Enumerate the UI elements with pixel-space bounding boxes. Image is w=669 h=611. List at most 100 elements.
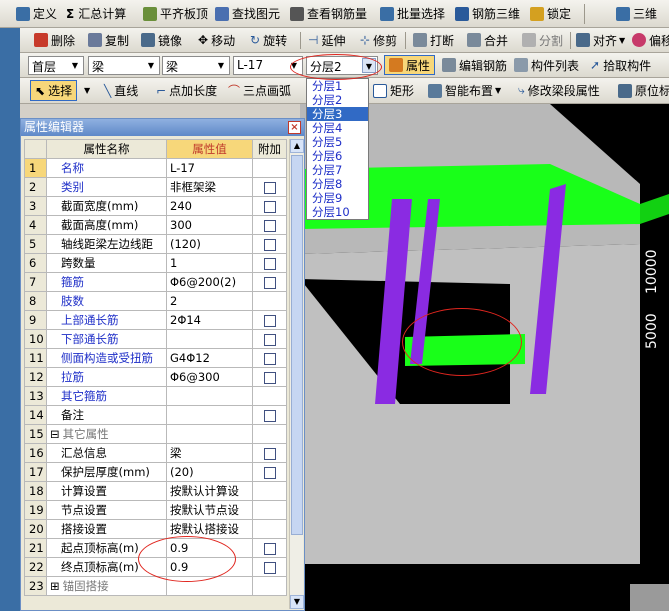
extra-checkbox[interactable] [263,200,276,213]
property-value[interactable]: Φ6@200(2) [166,272,253,292]
mirror-button[interactable]: 镜像 [141,28,182,52]
pick-component-button[interactable]: ➚ 拾取构件 [590,53,651,77]
layer-option[interactable]: 分层9 [307,191,368,205]
batch-select-button[interactable]: 批量选择 [380,0,445,27]
layer-option[interactable]: 分层5 [307,135,368,149]
lock-button[interactable]: 锁定 [530,0,571,27]
summary-calc-button[interactable]: Σ 汇总计算 [66,0,126,27]
find-element-button[interactable]: 查找图元 [215,0,280,27]
property-value[interactable]: 非框架梁 [166,177,253,197]
layer-option[interactable]: 分层6 [307,149,368,163]
collapse-icon[interactable]: ⊟ [50,427,60,441]
extra-checkbox[interactable] [263,257,276,270]
expand-icon[interactable]: ⊞ [50,579,60,593]
extra-checkbox[interactable] [263,542,276,555]
table-row[interactable]: 18 计算设置 按默认计算设 [24,481,287,501]
offset-button[interactable]: 偏移 [632,28,669,52]
edit-beam-segment-button[interactable]: ⤷ 修改梁段属性 [518,78,600,103]
property-value[interactable]: 按默认节点设 [166,500,253,520]
table-row[interactable]: 23 ⊞ 锚固搭接 [24,576,287,596]
table-row[interactable]: 19 节点设置 按默认节点设 [24,500,287,520]
select-button[interactable]: ⬉ 选择 [30,80,78,101]
extra-checkbox[interactable] [263,314,276,327]
extra-checkbox[interactable] [263,181,276,194]
align-slab-top-button[interactable]: 平齐板顶 [143,0,208,27]
smart-layout-button[interactable]: 智能布置 ▼ [428,78,501,103]
inplace-mark-button[interactable]: 原位标 [618,78,669,103]
move-button[interactable]: ✥ 移动 [198,28,235,52]
component-list-button[interactable]: 构件列表 [514,53,579,77]
table-row[interactable]: 3 截面宽度(mm) 240 [24,196,287,216]
three-point-arc-button[interactable]: ⌒ 三点画弧 [228,78,291,103]
align-button[interactable]: 对齐 ▼ [576,28,625,52]
property-button[interactable]: 属性 [384,55,436,75]
property-value[interactable] [166,424,253,444]
table-row[interactable]: 15 ⊟ 其它属性 [24,424,287,444]
extra-checkbox[interactable] [263,219,276,232]
table-row[interactable]: 4 截面高度(mm) 300 [24,215,287,235]
edit-rebar-button[interactable]: 编辑钢筋 [442,53,507,77]
property-value[interactable]: 梁 [166,443,253,463]
extra-checkbox[interactable] [263,276,276,289]
table-row[interactable]: 12 拉筋 Φ6@300 [24,367,287,387]
table-row[interactable]: 13 其它箍筋 [24,386,287,406]
type1-select[interactable]: 梁 ▼ [88,56,160,75]
property-value[interactable]: Φ6@300 [166,367,253,387]
property-value[interactable]: 按默认计算设 [166,481,253,501]
close-icon[interactable]: × [288,121,301,134]
define-button[interactable]: 定义 [16,0,57,27]
property-value[interactable] [166,386,253,406]
extra-checkbox[interactable] [263,409,276,422]
table-row[interactable]: 20 搭接设置 按默认搭接设 [24,519,287,539]
layer-option[interactable]: 分层3 [307,107,368,121]
rect-button[interactable]: 矩形 [373,78,414,103]
extra-checkbox[interactable] [263,466,276,479]
property-value[interactable]: 2 [166,291,253,311]
scroll-thumb[interactable] [291,155,303,535]
table-row[interactable]: 8 肢数 2 [24,291,287,311]
property-value[interactable]: (120) [166,234,253,254]
layer-option[interactable]: 分层4 [307,121,368,135]
scroll-up-icon[interactable]: ▲ [290,139,304,153]
property-value[interactable]: 1 [166,253,253,273]
table-row[interactable]: 14 备注 [24,405,287,425]
table-row[interactable]: 16 汇总信息 梁 [24,443,287,463]
3d-button[interactable]: 三维 [616,0,657,27]
layer-option[interactable]: 分层1 [307,79,368,93]
table-row[interactable]: 6 跨数量 1 [24,253,287,273]
extra-checkbox[interactable] [263,447,276,460]
split-button[interactable]: 分割 [522,28,563,52]
type2-select[interactable]: 梁 ▼ [162,56,230,75]
extend-button[interactable]: ⊣ 延伸 [308,28,345,52]
table-row[interactable]: 10 下部通长筋 [24,329,287,349]
view-rebar-button[interactable]: 查看钢筋量 [290,0,367,27]
layer-option[interactable]: 分层2 [307,93,368,107]
line-button[interactable]: ╲ 直线 [104,78,138,103]
property-value[interactable]: 2Φ14 [166,310,253,330]
property-value[interactable]: (20) [166,462,253,482]
layer-option[interactable]: 分层7 [307,163,368,177]
copy-button[interactable]: 复制 [88,28,129,52]
property-value[interactable]: 240 [166,196,253,216]
scroll-down-icon[interactable]: ▼ [290,595,304,609]
table-row[interactable]: 9 上部通长筋 2Φ14 [24,310,287,330]
property-value[interactable]: 300 [166,215,253,235]
property-value[interactable]: G4Φ12 [166,348,253,368]
layer-option[interactable]: 分层8 [307,177,368,191]
floor-select[interactable]: 首层 ▼ [28,56,84,75]
extra-checkbox[interactable] [263,371,276,384]
select-mode-dropdown[interactable]: ▼ [84,78,90,103]
trim-button[interactable]: ⊹ 修剪 [360,28,397,52]
rebar-3d-button[interactable]: 钢筋三维 [455,0,520,27]
point-length-button[interactable]: ⌐ 点加长度 [156,78,217,103]
property-value[interactable] [166,405,253,425]
extra-checkbox[interactable] [263,238,276,251]
layer-option[interactable]: 分层10 [307,205,368,219]
table-row[interactable]: 17 保护层厚度(mm) (20) [24,462,287,482]
table-row[interactable]: 11 侧面构造或受扭筋 G4Φ12 [24,348,287,368]
table-row[interactable]: 2 类别 非框架梁 [24,177,287,197]
merge-button[interactable]: 合并 [467,28,508,52]
extra-checkbox[interactable] [263,333,276,346]
property-scrollbar[interactable]: ▲ ▼ [289,139,304,609]
property-value[interactable] [166,329,253,349]
